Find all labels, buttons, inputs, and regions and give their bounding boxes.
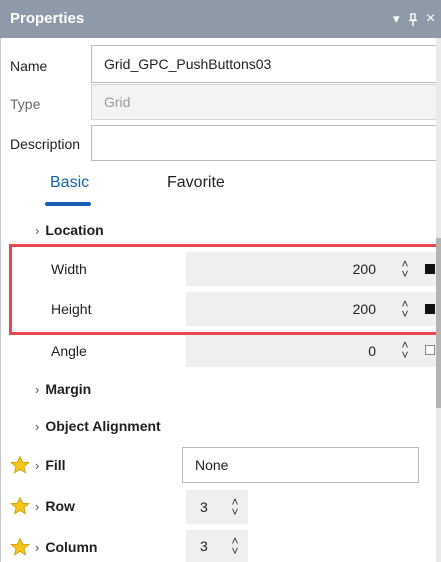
spin-down-icon[interactable]: ˅ — [231, 506, 238, 518]
name-input[interactable]: Grid_GPC_PushButtons03 — [91, 45, 441, 83]
name-value: Grid_GPC_PushButtons03 — [104, 56, 272, 72]
highlight-box — [9, 244, 441, 335]
column-section[interactable]: › Column — [35, 539, 97, 555]
angle-value: 0 — [368, 343, 376, 359]
description-label: Description — [10, 136, 81, 152]
type-value: Grid — [104, 94, 131, 110]
margin-section-label: Margin — [45, 381, 92, 397]
spin-down-icon[interactable]: ˅ — [231, 545, 238, 557]
pin-icon[interactable] — [408, 0, 418, 38]
chevron-right-icon: › — [35, 498, 40, 514]
favorite-star-icon[interactable] — [10, 455, 30, 475]
angle-label: Angle — [51, 343, 87, 359]
row-spinner[interactable]: ˄ ˅ — [228, 493, 242, 521]
object-alignment-section-label: Object Alignment — [45, 418, 161, 434]
margin-section[interactable]: › Margin — [35, 381, 91, 397]
chevron-right-icon: › — [35, 539, 40, 555]
panel-title: Properties — [10, 10, 85, 27]
fill-value: None — [195, 457, 229, 473]
chevron-right-icon: › — [35, 381, 40, 397]
favorite-star-icon[interactable] — [10, 537, 30, 557]
type-label: Type — [10, 96, 41, 112]
favorite-star-icon[interactable] — [10, 496, 30, 516]
angle-spinner[interactable]: ˄ ˅ — [398, 336, 412, 364]
description-input[interactable] — [91, 125, 441, 161]
column-value: 3 — [200, 538, 208, 554]
location-section-label: Location — [45, 222, 104, 238]
column-section-label: Column — [45, 539, 98, 555]
spin-down-icon[interactable]: ˅ — [401, 349, 408, 361]
fill-section[interactable]: › Fill — [35, 457, 66, 473]
dropdown-icon[interactable]: ▾ — [393, 0, 400, 38]
fill-input[interactable]: None — [182, 447, 419, 483]
close-icon[interactable]: × — [426, 0, 435, 38]
tab-favorite[interactable]: Favorite — [167, 174, 225, 192]
angle-checkbox[interactable] — [425, 345, 435, 355]
chevron-right-icon: › — [35, 457, 40, 473]
name-label: Name — [10, 58, 48, 74]
column-spinner[interactable]: ˄ ˅ — [228, 532, 242, 560]
chevron-right-icon: › — [35, 222, 40, 238]
tab-basic-indicator — [45, 202, 91, 206]
row-value: 3 — [200, 499, 208, 515]
location-section[interactable]: › Location — [35, 222, 104, 238]
fill-section-label: Fill — [45, 457, 66, 473]
panel-border — [0, 38, 1, 562]
object-alignment-section[interactable]: › Object Alignment — [35, 418, 161, 434]
tab-basic[interactable]: Basic — [50, 174, 89, 192]
scrollbar-thumb[interactable] — [436, 238, 441, 408]
type-field: Grid — [91, 84, 441, 120]
chevron-right-icon: › — [35, 418, 40, 434]
properties-titlebar: Properties ▾ × — [0, 0, 441, 38]
row-section-label: Row — [45, 498, 75, 514]
row-section[interactable]: › Row — [35, 498, 75, 514]
